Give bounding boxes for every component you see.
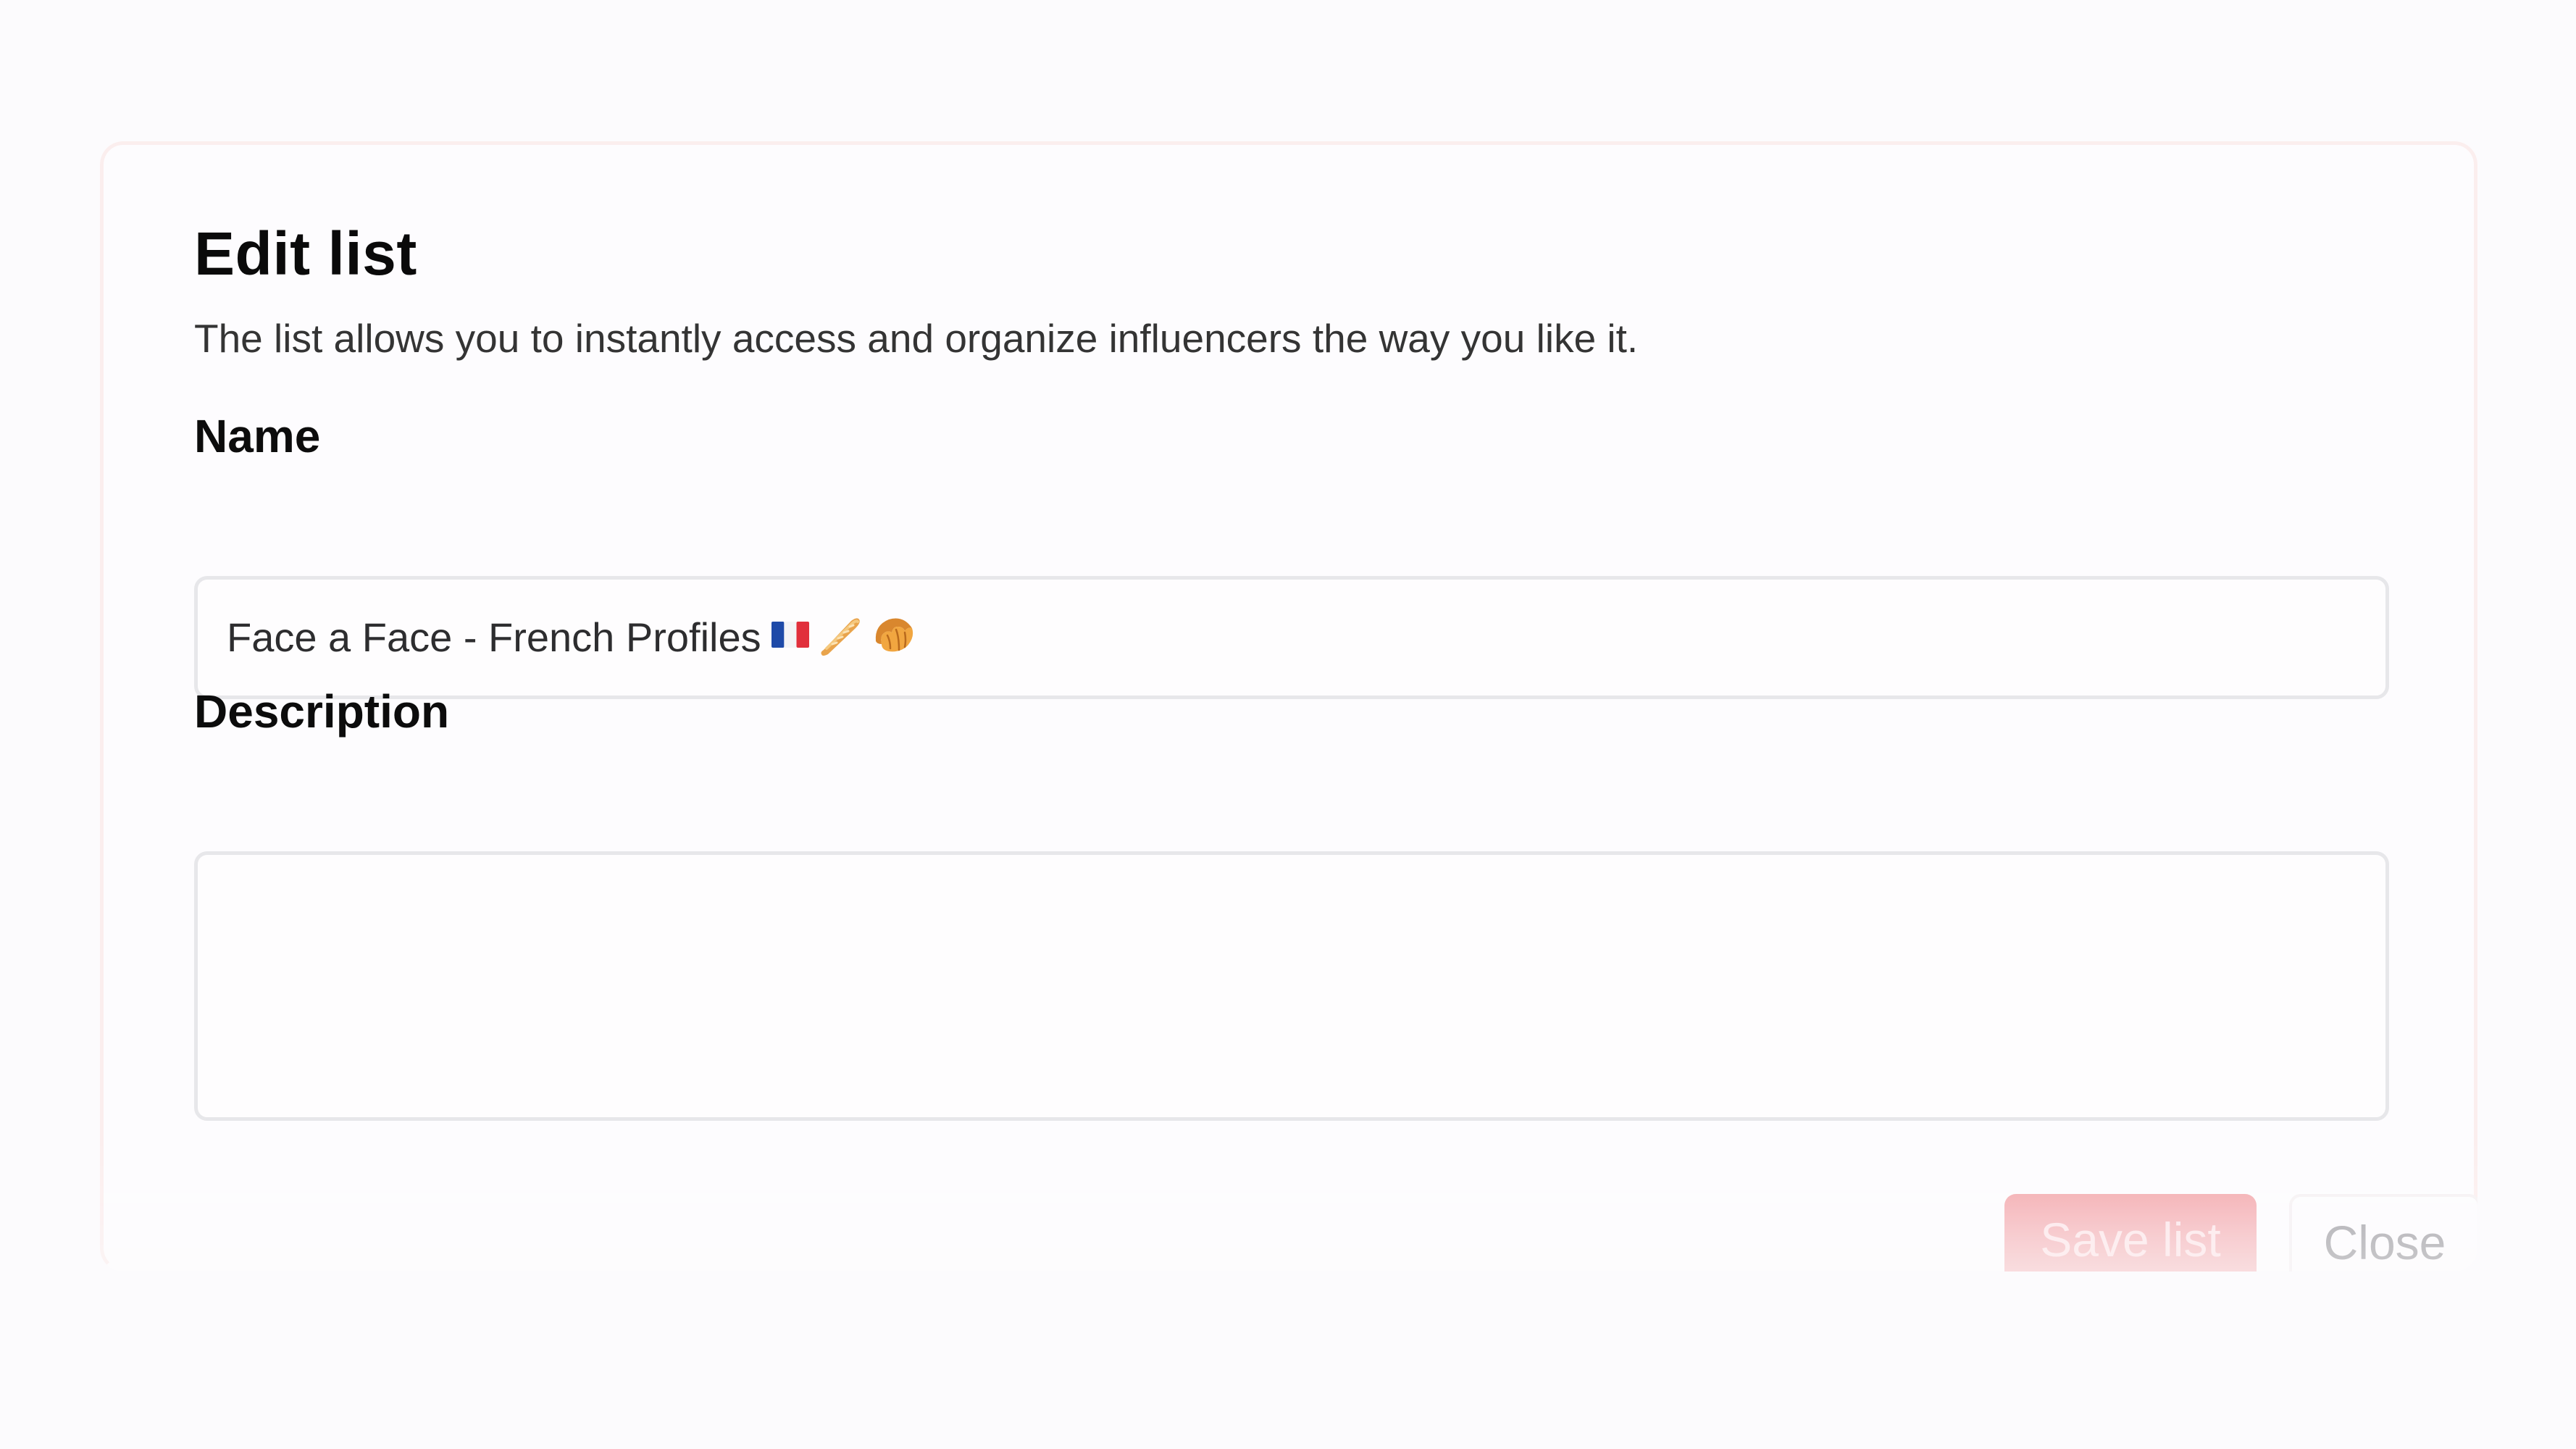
close-button[interactable]: Close xyxy=(2289,1194,2480,1293)
edit-list-dialog: Edit list The list allows you to instant… xyxy=(100,141,2480,1293)
save-list-button[interactable]: Save list xyxy=(2004,1194,2257,1293)
croissant-icon xyxy=(875,618,913,652)
description-textarea[interactable] xyxy=(194,851,2389,1121)
flag-france-icon xyxy=(771,622,809,648)
baguette-icon xyxy=(821,618,860,656)
name-input-value: Face a Face - French Profiles xyxy=(227,614,761,660)
dialog-subtitle: The list allows you to instantly access … xyxy=(194,316,1639,361)
description-label: Description xyxy=(194,685,450,738)
name-label: Name xyxy=(194,410,321,462)
name-input[interactable]: Face a Face - French Profiles xyxy=(194,576,2389,699)
dialog-title: Edit list xyxy=(194,220,417,288)
